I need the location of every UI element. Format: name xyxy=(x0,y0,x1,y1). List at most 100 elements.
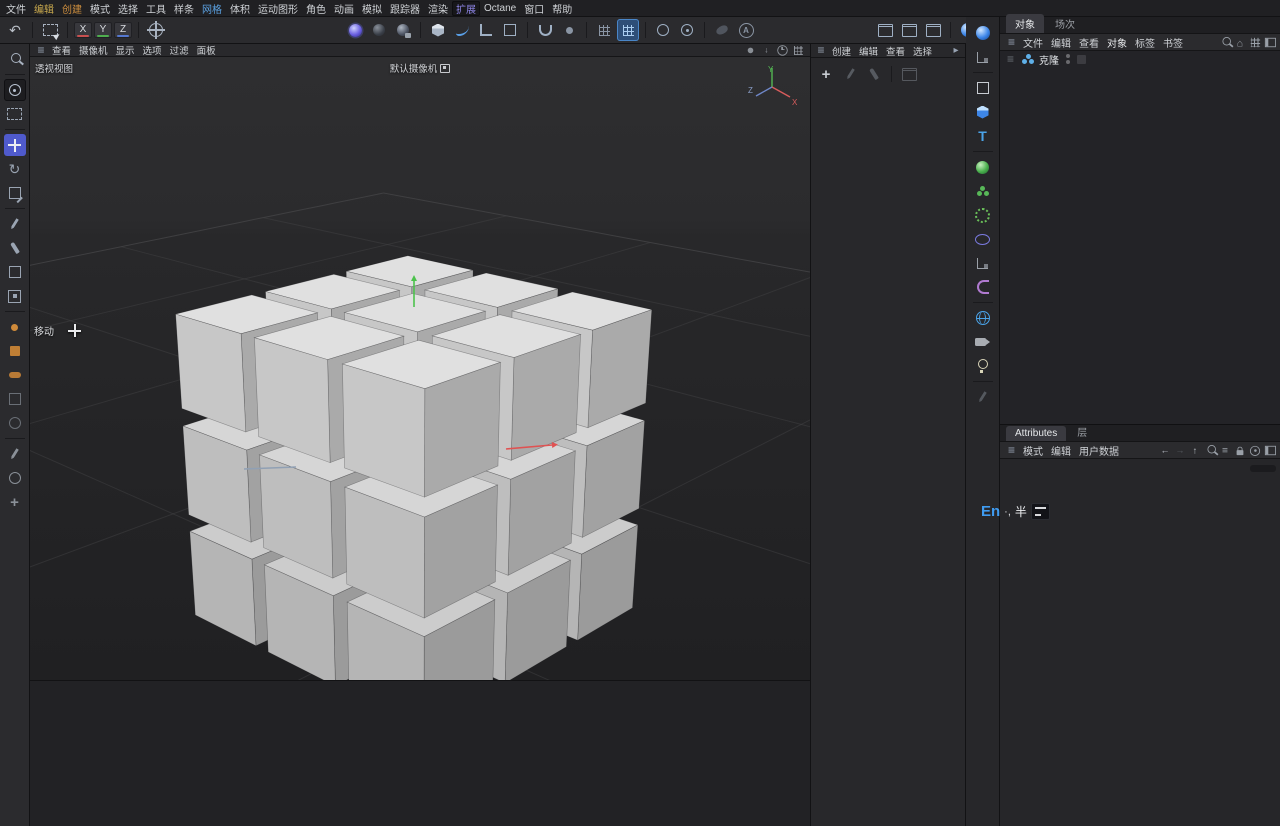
layout-grid-icon[interactable] xyxy=(793,45,805,55)
om-panel-button[interactable] xyxy=(1264,36,1276,47)
om-menu-edit[interactable]: 编辑 xyxy=(1047,35,1075,50)
axis-gizmo[interactable]: Y X Z xyxy=(742,61,798,107)
tab-takes[interactable]: 场次 xyxy=(1046,14,1084,33)
mid-pen2-button[interactable] xyxy=(863,63,885,85)
vp-menu-camera[interactable]: 摄像机 xyxy=(75,43,112,57)
workplane-grid-button[interactable] xyxy=(593,19,615,41)
object-row-cloner[interactable]: 克隆 xyxy=(1000,51,1280,67)
vp-menu-filter[interactable]: 过滤 xyxy=(166,43,193,57)
secondary-hamburger-icon[interactable] xyxy=(814,45,828,57)
menubar-octane[interactable]: Octane xyxy=(480,3,520,14)
om-home-button[interactable] xyxy=(1234,36,1246,47)
text-object-button[interactable] xyxy=(972,125,994,147)
layout-render-button[interactable] xyxy=(874,19,896,41)
generator-gear-button[interactable] xyxy=(972,204,994,226)
overflow-chevron-icon[interactable] xyxy=(949,45,963,57)
menubar-tracker[interactable]: 跟踪器 xyxy=(386,1,424,16)
menubar-mograph[interactable]: 运动图形 xyxy=(254,1,302,16)
om-menu-view[interactable]: 查看 xyxy=(1075,35,1103,50)
frame-download-icon[interactable] xyxy=(761,45,773,55)
workplane2-button[interactable] xyxy=(972,252,994,274)
snap-grid-button[interactable] xyxy=(617,19,639,41)
vp-menu-options[interactable]: 选项 xyxy=(139,43,166,57)
visibility-dots-icon[interactable] xyxy=(1063,52,1073,66)
spline-pen-button[interactable] xyxy=(451,19,473,41)
ime-punctuation-indicator[interactable]: ·, xyxy=(1004,506,1011,518)
menubar-select[interactable]: 选择 xyxy=(114,1,142,16)
lock-y-button[interactable]: Y xyxy=(94,22,112,38)
parent-up-button[interactable] xyxy=(1189,444,1201,455)
scale-tool[interactable] xyxy=(4,182,26,204)
mid-menu-edit[interactable]: 编辑 xyxy=(855,44,882,58)
lock-z-button[interactable]: Z xyxy=(114,22,132,38)
record-dot-icon[interactable] xyxy=(745,45,757,55)
add-object-tool[interactable] xyxy=(4,491,26,513)
om-menu-bookmarks[interactable]: 书签 xyxy=(1159,35,1187,50)
rectangle-selection-tool[interactable] xyxy=(4,103,26,125)
cloner-button[interactable] xyxy=(972,180,994,202)
spline-circle-button[interactable] xyxy=(972,228,994,250)
sky-object-button[interactable] xyxy=(972,307,994,329)
menubar-file[interactable]: 文件 xyxy=(2,1,30,16)
menubar-edit[interactable]: 编辑 xyxy=(30,1,58,16)
menubar-animate[interactable]: 动画 xyxy=(330,1,358,16)
vp-menu-view[interactable]: 查看 xyxy=(48,43,75,57)
bake-button[interactable] xyxy=(711,19,733,41)
mid-menu-select[interactable]: 选择 xyxy=(909,44,936,58)
ime-statusbar[interactable]: En ·, 半 xyxy=(981,503,1050,520)
force-tool[interactable] xyxy=(4,412,26,434)
mid-extra-button[interactable] xyxy=(898,63,920,85)
attr-panel-button[interactable] xyxy=(1264,444,1276,455)
attr-target-button[interactable] xyxy=(1249,444,1261,455)
tab-layers[interactable]: 层 xyxy=(1068,422,1096,441)
attr-hamburger-icon[interactable] xyxy=(1004,444,1019,457)
om-menu-tags[interactable]: 标签 xyxy=(1131,35,1159,50)
attr-filter-button[interactable] xyxy=(1219,444,1231,455)
light-object-button[interactable] xyxy=(972,355,994,377)
mid-add-button[interactable] xyxy=(815,63,837,85)
tab-attributes[interactable]: Attributes xyxy=(1006,426,1066,441)
attr-menu-edit[interactable]: 编辑 xyxy=(1047,443,1075,458)
render-view-button[interactable] xyxy=(344,19,366,41)
om-filter-button[interactable] xyxy=(1249,36,1261,47)
menubar-spline[interactable]: 样条 xyxy=(170,1,198,16)
menubar-simulate[interactable]: 模拟 xyxy=(358,1,386,16)
magnet-button[interactable] xyxy=(534,19,556,41)
history-back-button[interactable] xyxy=(1159,444,1171,455)
menubar-help[interactable]: 帮助 xyxy=(548,1,576,16)
menubar-mode[interactable]: 模式 xyxy=(86,1,114,16)
octane-a-button[interactable] xyxy=(735,19,757,41)
menubar-mesh[interactable]: 网格 xyxy=(198,1,226,16)
rectangle-select-button[interactable] xyxy=(39,19,61,41)
menubar-window[interactable]: 窗口 xyxy=(520,1,548,16)
collider-cube-tool[interactable] xyxy=(4,340,26,362)
layout-region-button[interactable] xyxy=(898,19,920,41)
attr-lock-button[interactable] xyxy=(1234,444,1246,455)
layout-viewer-button[interactable] xyxy=(922,19,944,41)
menubar-volume[interactable]: 体积 xyxy=(226,1,254,16)
om-search-button[interactable] xyxy=(1219,36,1231,47)
null-object-button[interactable] xyxy=(972,77,994,99)
viewport-hamburger-icon[interactable] xyxy=(34,44,48,56)
vp-menu-display[interactable]: 显示 xyxy=(112,43,139,57)
menubar-render[interactable]: 渲染 xyxy=(424,1,452,16)
strip-pen-button[interactable] xyxy=(972,386,994,408)
om-menu-object[interactable]: 对象 xyxy=(1103,35,1131,50)
attributes-scrollbar-thumb[interactable] xyxy=(1250,465,1276,472)
target-a-button[interactable] xyxy=(652,19,674,41)
coordinate-system-button[interactable] xyxy=(145,19,167,41)
om-menu-file[interactable]: 文件 xyxy=(1019,35,1047,50)
render-settings-button[interactable] xyxy=(392,19,414,41)
menubar-extensions[interactable]: 扩展 xyxy=(452,1,480,16)
polygon-tool[interactable] xyxy=(4,261,26,283)
workplane-button[interactable] xyxy=(972,46,994,68)
ime-language-indicator[interactable]: En xyxy=(981,503,1000,520)
mid-pen-button[interactable] xyxy=(839,63,861,85)
attr-search-button[interactable] xyxy=(1204,444,1216,455)
pencil-tool[interactable] xyxy=(4,443,26,465)
ime-keyboard-icon[interactable] xyxy=(1031,503,1050,520)
vp-menu-panel[interactable]: 面板 xyxy=(193,43,220,57)
timer-icon[interactable] xyxy=(777,45,789,55)
connector-tool[interactable] xyxy=(4,364,26,386)
object-tag-icon[interactable] xyxy=(1077,55,1086,64)
